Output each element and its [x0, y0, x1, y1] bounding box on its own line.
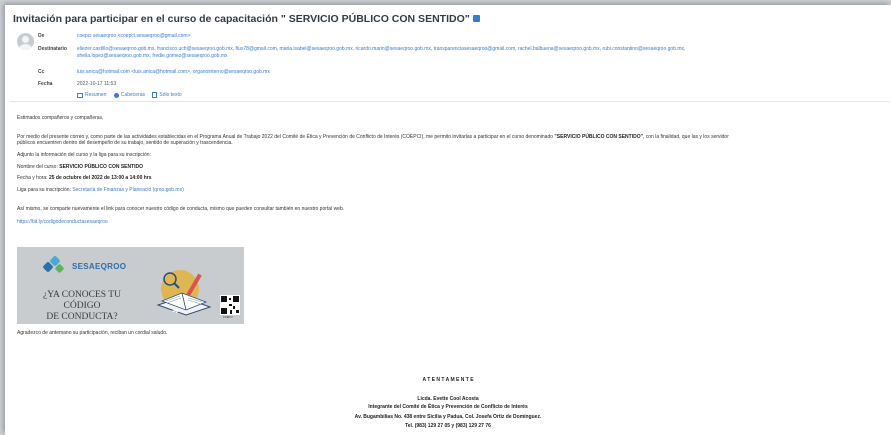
cc-value[interactable]: luis.anica@hotmail.com <luis.anica@hotma…: [77, 69, 270, 75]
closing: A T E N T A M E N T E: [422, 377, 474, 383]
body-paragraph-2: Así mismo, se comparte nuevamente el lin…: [17, 206, 345, 212]
envelope-icon: [77, 92, 83, 98]
conduct-code-link[interactable]: https://bit.ly/codigodeconductasesaeqroo: [17, 219, 108, 225]
email-viewer: Invitación para participar en el curso d…: [5, 5, 891, 435]
from-label: De: [38, 33, 45, 39]
signature-address: Av. Bugambilias No. 438 entre Sicilia y …: [354, 414, 542, 420]
sesaeqroo-logo-icon: [42, 255, 65, 274]
external-link-icon[interactable]: [472, 14, 480, 22]
logo-text: SESAEQROO: [72, 262, 127, 271]
from-value[interactable]: coepci sesaeqroo <coepci.sesaeqroo@gmail…: [77, 33, 190, 39]
date-label: Fecha: [38, 81, 53, 87]
email-subject: Invitación para participar en el curso d…: [13, 13, 480, 25]
attachment-note: Adjunto la información del curso y la li…: [17, 152, 151, 158]
qr-code-icon: [220, 295, 240, 315]
course-name: Nombre del curso: SERVICIO PÚBLICO CON S…: [17, 164, 144, 170]
to-label: Destinatario: [38, 46, 67, 52]
course-date: Fecha y hora: 25 de octubre del 2022 de …: [17, 175, 152, 181]
cc-label: Cc: [38, 69, 45, 75]
signature-name: Licda. Evette Cool Acosta: [417, 396, 479, 402]
text-only-link[interactable]: Sólo texto: [152, 92, 182, 98]
banner-question: ¿YA CONOCES TU CÓDIGO DE CONDUCTA?: [43, 290, 121, 322]
signature-phone: Tel. (983) 129 27 05 y (983) 129 27 76: [405, 423, 491, 429]
headers-link[interactable]: Cabeceras: [113, 92, 145, 98]
qr-caption: COEPCI: [223, 316, 233, 319]
registration-link-row: Liga para su inscripción: Secretaría de …: [17, 187, 184, 193]
person-avatar-icon: [17, 33, 34, 50]
greeting: Estimados compañeros y compañeras,: [17, 115, 104, 121]
book-icon: [156, 270, 212, 316]
subject-text: Invitación para participar en el curso d…: [13, 13, 470, 25]
header-divider: [10, 101, 890, 102]
body-paragraph-1-line2: públicos encuentren dentro del desempeño…: [17, 140, 233, 146]
summary-link[interactable]: Resumen: [77, 92, 106, 98]
signature-role: Integrante del Comité de Ética y Prevenc…: [368, 404, 528, 410]
thanks-text: Agradezco de antemano su participación, …: [17, 330, 168, 336]
to-value-line1[interactable]: eliezer.castillo@sesaeqroo.gob.mx, franc…: [77, 46, 685, 52]
text-doc-icon: [152, 92, 158, 98]
info-icon: [113, 92, 119, 98]
header-actions: Resumen Cabeceras Sólo texto: [77, 92, 188, 98]
conduct-code-banner: SESAEQROO ¿YA CONOCES TU CÓDIGO DE CONDU…: [17, 247, 244, 324]
to-value-line2[interactable]: sheila.lopez@sesaeqroo.gob.mx, fredie.go…: [77, 53, 228, 59]
registration-link[interactable]: Secretaría de Finanzas y Planeació (qroo…: [72, 187, 183, 193]
date-value: 2022-10-17 11:53: [77, 81, 117, 87]
